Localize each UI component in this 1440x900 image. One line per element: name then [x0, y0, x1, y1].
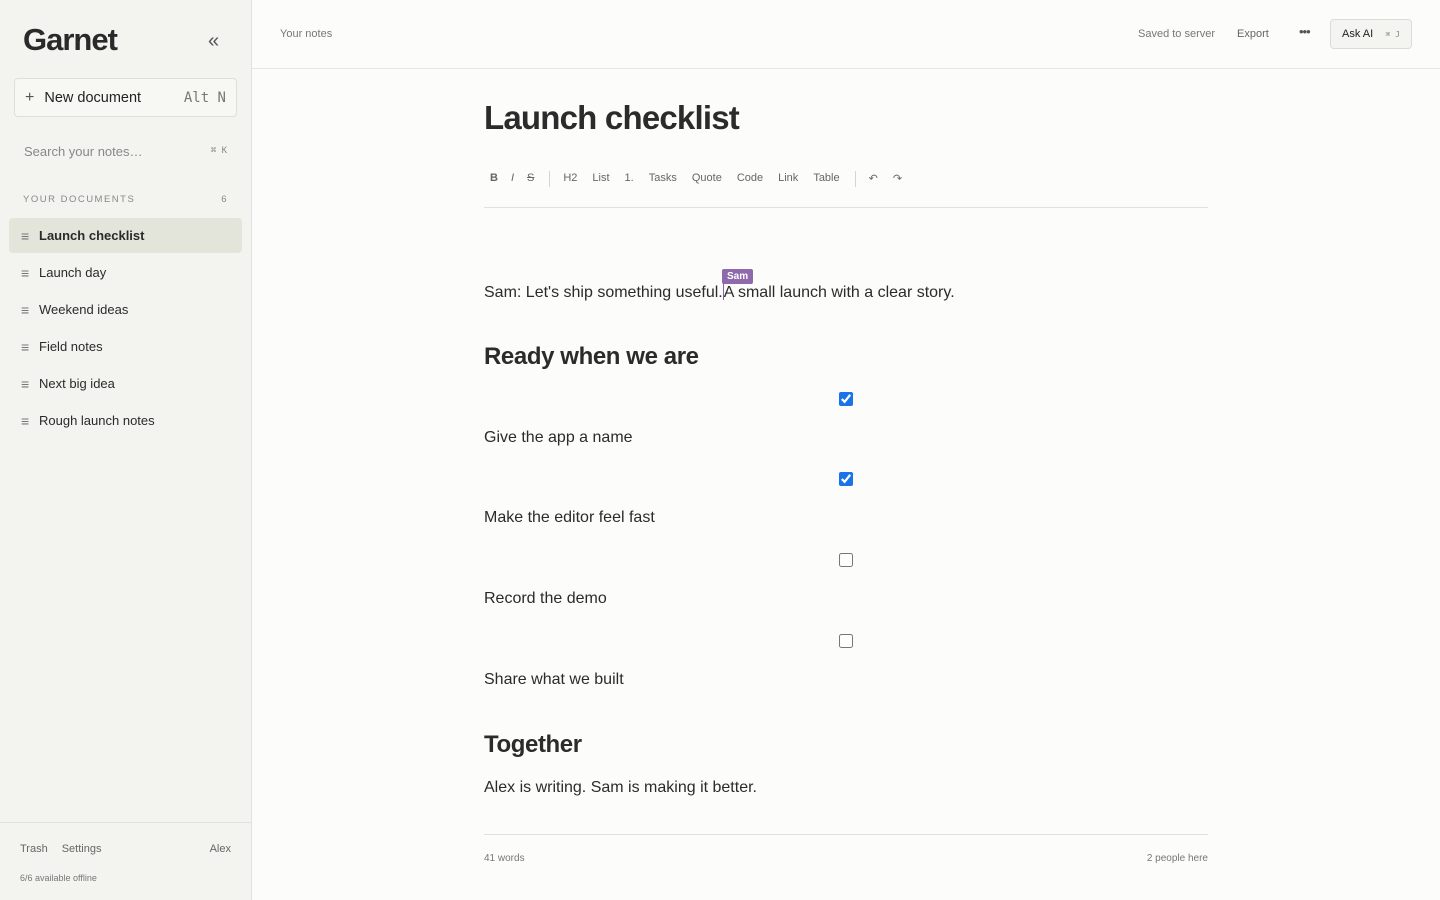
breadcrumb[interactable]: Your notes [280, 28, 332, 40]
task-list-button[interactable]: Tasks [649, 172, 677, 190]
heading-button[interactable]: H2 [563, 172, 577, 190]
document-title: Launch checklist [39, 228, 145, 243]
task-checkbox[interactable] [839, 472, 853, 486]
bold-button[interactable]: B [490, 172, 498, 190]
ask-ai-shortcut: ⌘ J [1385, 29, 1400, 39]
ask-ai-label: Ask AI [1342, 28, 1374, 40]
undo-icon[interactable]: ↶ [869, 172, 878, 190]
code-button[interactable]: Code [737, 172, 763, 190]
task-checkbox[interactable] [839, 634, 853, 648]
ask-ai-button[interactable]: Ask AI ⌘ J [1330, 19, 1412, 49]
document-title: Weekend ideas [39, 302, 129, 317]
table-button[interactable]: Table [813, 172, 839, 190]
settings-link[interactable]: Settings [62, 843, 102, 855]
quote-button[interactable]: Quote [692, 172, 722, 190]
intro-text-before: Sam: Let's ship something useful. [484, 284, 723, 301]
document-item[interactable]: ≡ Field notes [9, 329, 242, 364]
document-count: 6 [221, 194, 228, 205]
footer-links: Trash Settings Alex [20, 843, 231, 855]
new-document-button[interactable]: + New document Alt N [14, 78, 237, 117]
task-checkbox[interactable] [839, 392, 853, 406]
document-list: ≡ Launch checklist ≡ Launch day ≡ Weeken… [9, 218, 242, 440]
document-title-heading[interactable]: Launch checklist [484, 99, 740, 137]
collapse-sidebar-icon[interactable]: « [208, 30, 219, 53]
plus-icon: + [25, 88, 35, 106]
document-footer: 41 words 2 people here [484, 834, 1208, 874]
export-button[interactable]: Export [1237, 28, 1269, 40]
search-box: ⌘ K [14, 136, 237, 166]
section-title: YOUR DOCUMENTS [23, 194, 136, 205]
document-item[interactable]: ≡ Launch day [9, 255, 242, 290]
offline-status: 6/6 available offline [20, 873, 97, 883]
italic-button[interactable]: I [511, 172, 514, 190]
toolbar-divider [549, 171, 551, 187]
redo-icon[interactable]: ↷ [893, 172, 902, 190]
task-text[interactable]: Make the editor feel fast [484, 509, 655, 527]
document-title: Next big idea [39, 376, 115, 391]
document-title: Field notes [39, 339, 103, 354]
intro-paragraph[interactable]: Sam: Let's ship something useful.A small… [484, 282, 955, 302]
formatting-toolbar: B I S H2 List 1. Tasks Quote Code Link T… [484, 171, 1208, 208]
bullet-list-button[interactable]: List [592, 172, 609, 190]
document-title: Launch day [39, 265, 107, 280]
new-document-shortcut: Alt N [183, 89, 226, 106]
task-checkbox[interactable] [839, 553, 853, 567]
ordered-list-button[interactable]: 1. [625, 172, 634, 190]
documents-section-header: YOUR DOCUMENTS 6 [23, 194, 228, 205]
section-heading[interactable]: Together [484, 731, 582, 759]
link-button[interactable]: Link [778, 172, 798, 190]
user-name[interactable]: Alex [210, 843, 231, 855]
sidebar-footer: Trash Settings Alex 6/6 available offlin… [0, 822, 251, 900]
sidebar: Garnet « + New document Alt N ⌘ K YOUR D… [0, 0, 252, 900]
save-status: Saved to server [1138, 28, 1216, 40]
task-text[interactable]: Record the demo [484, 590, 607, 608]
document-item[interactable]: ≡ Weekend ideas [9, 292, 242, 327]
collaborator-cursor [722, 282, 724, 300]
document-item[interactable]: ≡ Next big idea [9, 366, 242, 401]
word-count: 41 words [484, 853, 525, 864]
search-shortcut: ⌘ K [210, 146, 227, 156]
search-input[interactable] [24, 143, 211, 159]
top-bar: Your notes Saved to server Export ••• As… [252, 0, 1440, 69]
document-icon: ≡ [21, 412, 30, 429]
document-item[interactable]: ≡ Launch checklist [9, 218, 242, 253]
presence-indicator[interactable]: 2 people here [1147, 853, 1208, 864]
document-icon: ≡ [21, 227, 30, 244]
brand-logo: Garnet [23, 22, 118, 57]
document-icon: ≡ [21, 338, 30, 355]
toolbar-divider [854, 171, 856, 187]
trash-link[interactable]: Trash [20, 843, 48, 855]
document-icon: ≡ [21, 375, 30, 392]
document-icon: ≡ [21, 264, 30, 281]
new-document-label: New document [44, 89, 142, 106]
intro-text-after: A small launch with a clear story. [723, 284, 955, 301]
task-text[interactable]: Share what we built [484, 671, 624, 689]
section-heading[interactable]: Ready when we are [484, 343, 699, 371]
document-title: Rough launch notes [39, 413, 155, 428]
more-options-icon[interactable]: ••• [1299, 24, 1311, 39]
document-icon: ≡ [21, 301, 30, 318]
task-text[interactable]: Give the app a name [484, 429, 633, 447]
strikethrough-button[interactable]: S [527, 172, 534, 190]
closing-paragraph[interactable]: Alex is writing. Sam is making it better… [484, 779, 757, 797]
document-item[interactable]: ≡ Rough launch notes [9, 403, 242, 438]
